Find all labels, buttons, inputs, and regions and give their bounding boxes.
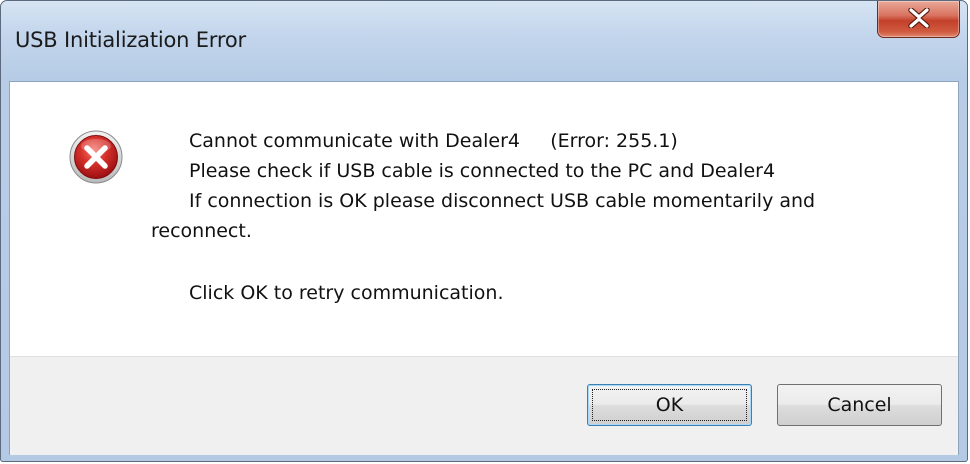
message-line-5: Click OK to retry communication. (189, 282, 504, 304)
cancel-button-label: Cancel (827, 394, 892, 416)
message-line-3: If connection is OK please disconnect US… (189, 190, 816, 212)
message-line-1: Cannot communicate with Dealer4 (Error: … (189, 130, 678, 152)
close-button[interactable] (877, 1, 960, 38)
title-bar[interactable]: USB Initialization Error (1, 1, 967, 81)
message-area: Cannot communicate with Dealer4 (Error: … (10, 82, 958, 356)
window-title: USB Initialization Error (15, 28, 246, 52)
message-line-4: reconnect. (151, 220, 252, 242)
ok-button[interactable]: OK (587, 384, 752, 426)
cancel-button[interactable]: Cancel (777, 384, 942, 426)
dialog-window: USB Initialization Error Cannot communic… (0, 0, 968, 462)
error-icon (69, 130, 123, 184)
close-icon (908, 8, 930, 28)
dialog-client-area: Cannot communicate with Dealer4 (Error: … (9, 81, 959, 455)
focus-indicator (592, 389, 747, 421)
button-bar: OK Cancel (10, 356, 958, 455)
message-line-2: Please check if USB cable is connected t… (189, 160, 776, 182)
